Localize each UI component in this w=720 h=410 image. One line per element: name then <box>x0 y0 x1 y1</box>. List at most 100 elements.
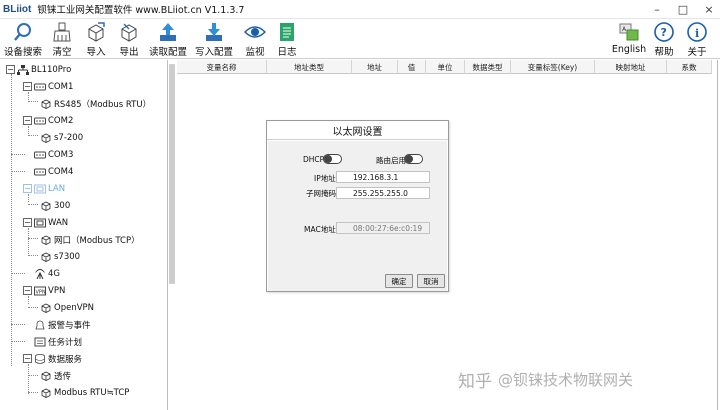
column-header[interactable]: 值 <box>398 60 426 74</box>
device-cube-icon <box>41 99 51 109</box>
toggle-knob <box>405 155 413 163</box>
tree-node-4g[interactable]: 4G <box>34 266 60 281</box>
tree-com1-label: COM1 <box>48 81 74 92</box>
ok-button[interactable]: 确定 <box>385 274 413 288</box>
tree-node-com4[interactable]: COM4 <box>34 164 73 179</box>
tree-node-com1-device[interactable]: RS485（Modbus RTU） <box>40 96 151 111</box>
router-enable-label: 路由启用 <box>376 156 406 165</box>
clear-button[interactable]: 清空 <box>49 19 75 59</box>
tree-node-alarm[interactable]: 报警与事件 <box>34 317 91 332</box>
tree-root-label: BL110Pro <box>31 64 72 75</box>
box-import-icon <box>88 22 105 42</box>
help-icon: ? <box>654 22 674 42</box>
tree-vpn-label: VPN <box>48 285 66 296</box>
collapse-toggle[interactable]: − <box>23 286 32 295</box>
alarm-event-icon <box>35 320 45 329</box>
ip-address-label: IP地址 <box>314 174 336 183</box>
cancel-button[interactable]: 取消 <box>417 274 445 288</box>
column-header[interactable]: 地址类型 <box>267 60 352 74</box>
tree-wan-device-1-label: 网口（Modbus TCP） <box>54 235 140 246</box>
device-cube-icon <box>41 371 51 381</box>
column-header[interactable]: 映射地址 <box>595 60 667 74</box>
watermark: 知乎 @钡铼技术物联网关 <box>458 367 639 392</box>
tree-node-vpn-device[interactable]: OpenVPN <box>40 300 94 315</box>
watermark-author: @钡铼技术物联网关 <box>498 371 634 389</box>
tree-com1-device-label: RS485（Modbus RTU） <box>54 99 152 110</box>
svg-text:i: i <box>695 27 699 40</box>
tree-node-data-service[interactable]: − 数据服务 <box>23 351 82 366</box>
tree-node-root[interactable]: − BL110Pro <box>6 62 71 77</box>
monitor-button[interactable]: 监视 <box>243 19 267 59</box>
tree-node-task[interactable]: 任务计划 <box>34 334 82 349</box>
device-cube-icon <box>41 201 51 211</box>
tree-node-com1[interactable]: − COM1 <box>23 79 73 94</box>
language-button[interactable]: A English <box>611 19 647 59</box>
tree-node-com2[interactable]: − COM2 <box>23 113 73 128</box>
column-header[interactable]: 变量名称 <box>177 60 267 74</box>
router-enable-toggle[interactable] <box>404 154 423 164</box>
tree-node-wan-device-2[interactable]: s7300 <box>40 249 80 264</box>
close-button[interactable]: × <box>702 2 716 16</box>
title-bar: BLiiot 钡铼工业网关配置软件 www.BLiiot.cn V1.1.3.7… <box>0 0 720 19</box>
collapse-toggle[interactable]: − <box>23 354 32 363</box>
tree-node-wan-device-1[interactable]: 网口（Modbus TCP） <box>40 232 140 247</box>
tree-node-lan[interactable]: − LAN <box>23 181 65 196</box>
serial-port-icon <box>34 117 46 124</box>
column-header[interactable]: 变量标签(Key) <box>511 60 595 74</box>
tree-com3-label: COM3 <box>48 149 74 160</box>
tree-com4-label: COM4 <box>48 166 74 177</box>
collapse-toggle[interactable]: − <box>23 116 32 125</box>
tree-scrollbar[interactable] <box>168 60 177 410</box>
watermark-site: 知乎 <box>458 372 492 392</box>
tree-node-ds-passthrough[interactable]: 透传 <box>40 368 71 383</box>
vpn-icon: VPN <box>34 286 46 295</box>
collapse-toggle[interactable]: − <box>23 184 32 193</box>
search-device-button[interactable]: 设备搜索 <box>2 19 44 59</box>
tree-node-com2-device[interactable]: s7-200 <box>40 130 83 145</box>
download-arrow-icon <box>206 23 222 41</box>
document-icon <box>280 23 294 41</box>
about-button[interactable]: i 关于 <box>685 19 709 59</box>
search-device-label: 设备搜索 <box>3 47 42 58</box>
tree-node-wan[interactable]: − WAN <box>23 215 68 230</box>
log-button[interactable]: 日志 <box>275 19 299 59</box>
export-button[interactable]: 导出 <box>116 19 142 59</box>
import-label: 导入 <box>86 47 106 58</box>
ip-address-field[interactable]: 192.168.3.1 <box>336 171 430 183</box>
grid-header: 变量名称 地址类型 地址 值 单位 数据类型 变量标签(Key) 映射地址 系数 <box>177 60 712 74</box>
tree-com2-device-label: s7-200 <box>54 132 84 143</box>
import-button[interactable]: 导入 <box>83 19 109 59</box>
tree-node-vpn[interactable]: − VPN VPN <box>23 283 65 298</box>
tree-node-lan-device[interactable]: 300 <box>40 198 70 213</box>
task-schedule-icon <box>34 337 46 346</box>
tree-node-ds-modbus[interactable]: Modbus RTU≒TCP <box>40 385 129 400</box>
subnet-mask-field[interactable]: 255.255.255.0 <box>336 187 430 199</box>
language-icon: A <box>619 23 639 41</box>
antenna-icon <box>35 268 45 279</box>
help-button[interactable]: ? 帮助 <box>652 19 676 59</box>
dhcp-toggle[interactable] <box>323 154 342 164</box>
write-config-button[interactable]: 写入配置 <box>194 19 234 59</box>
column-header[interactable]: 数据类型 <box>465 60 511 74</box>
read-config-button[interactable]: 读取配置 <box>148 19 188 59</box>
collapse-toggle[interactable]: − <box>23 82 32 91</box>
column-header[interactable]: 系数 <box>667 60 712 74</box>
lan-port-icon <box>34 184 46 193</box>
tree-scrollbar-thumb[interactable] <box>169 64 175 284</box>
dialog-title: 以太网设置 <box>267 121 448 140</box>
window-controls: – □ × <box>650 2 716 16</box>
network-tree-icon <box>17 64 29 75</box>
svg-text:VPN: VPN <box>36 289 46 295</box>
tree-node-com3[interactable]: COM3 <box>34 147 73 162</box>
minimize-button[interactable]: – <box>650 2 664 16</box>
column-header[interactable]: 地址 <box>352 60 398 74</box>
box-export-icon <box>121 23 137 42</box>
column-header[interactable]: 单位 <box>426 60 465 74</box>
collapse-toggle[interactable]: − <box>23 218 32 227</box>
dhcp-label: DHCP <box>303 155 325 164</box>
device-cube-icon <box>41 303 51 313</box>
device-cube-icon <box>41 388 51 398</box>
maximize-button[interactable]: □ <box>676 2 690 16</box>
collapse-toggle[interactable]: − <box>6 65 15 74</box>
tree-data-service-label: 数据服务 <box>48 354 83 365</box>
